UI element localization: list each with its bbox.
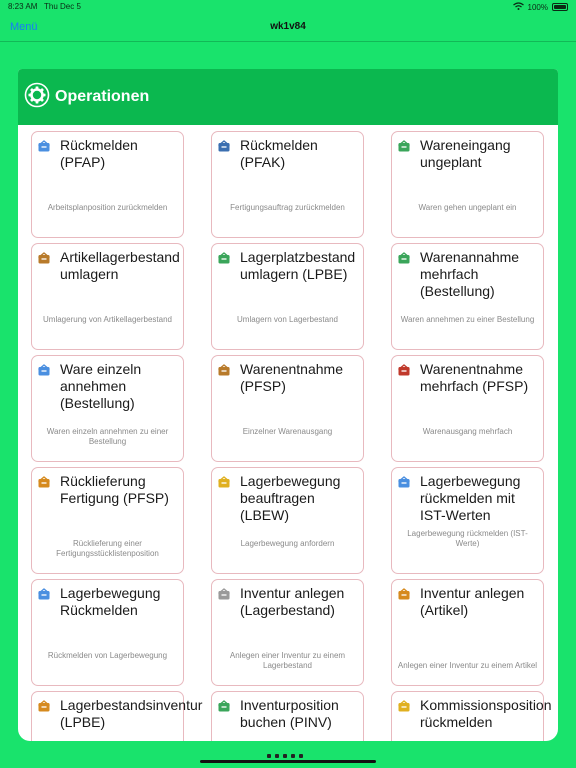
operation-label: Inventur anlegen (Artikel)	[420, 585, 525, 618]
operation-description: Waren gehen ungeplant ein	[418, 203, 517, 212]
crate-icon	[217, 363, 231, 377]
battery-percentage: 100%	[527, 2, 548, 12]
hand-icon	[37, 139, 51, 153]
operation-tile[interactable]: Warenannahme mehrfach (Bestellung) Waren …	[391, 243, 544, 350]
document-icon	[397, 587, 411, 601]
operation-tile[interactable]: Lagerplatzbestand umlagern (LPBE) Umlager…	[211, 243, 364, 350]
move-icon	[37, 587, 51, 601]
operation-tile[interactable]: Lagerbewegung beauftragen (LBEW) Lagerbew…	[211, 467, 364, 574]
wifi-icon	[512, 2, 524, 12]
operation-description: Anlegen einer Inventur zu einem Artikel	[397, 661, 538, 670]
panel-title: Operationen	[55, 88, 150, 105]
page-indicator	[267, 754, 303, 758]
page-dot	[299, 754, 303, 758]
truck-icon	[397, 363, 411, 377]
operation-label: Inventur anlegen (Lagerbestand)	[240, 585, 345, 618]
operation-tile[interactable]: Lagerbewegung rückmelden mit IST-Werten L…	[391, 467, 544, 574]
document-icon	[217, 587, 231, 601]
operation-description: Anlegen einer Inventur zu einem Lagerbes…	[229, 651, 346, 670]
operation-label: Lagerbewegung rückmelden mit IST-Werten	[420, 473, 521, 523]
gear-icon	[24, 82, 50, 113]
navigation-bar: Menü wk1v84	[0, 12, 576, 42]
book-icon	[217, 699, 231, 713]
operation-label: Warenannahme mehrfach (Bestellung)	[420, 249, 520, 299]
operation-label: Lagerplatzbestand umlagern (LPBE)	[240, 249, 356, 282]
operation-description: Waren einzeln annehmen zu einer Bestellu…	[46, 427, 169, 446]
operation-label: Rückmelden (PFAK)	[240, 137, 318, 170]
operation-tile[interactable]: Lagerbestandsinventur (LPBE)	[31, 691, 203, 741]
order-icon	[217, 475, 231, 489]
operation-description: Lagerbewegung anfordern	[240, 539, 335, 548]
home-indicator[interactable]	[200, 760, 376, 763]
battery-icon	[552, 3, 568, 11]
operation-label: Rücklieferung Fertigung (PFSP)	[60, 473, 169, 506]
operation-label: Warenentnahme (PFSP)	[240, 361, 343, 394]
operation-label: Ware einzeln annehmen (Bestellung)	[60, 361, 142, 411]
machine-icon	[217, 139, 231, 153]
operation-tile[interactable]: Kommissionsposition rückmelden	[391, 691, 552, 741]
operation-tile[interactable]: Ware einzeln annehmen (Bestellung) Waren …	[31, 355, 184, 462]
operation-description: Einzelner Warenausgang	[242, 427, 333, 436]
operation-label: Rückmelden (PFAP)	[60, 137, 138, 170]
box-in-icon	[397, 251, 411, 265]
commission-icon	[397, 699, 411, 713]
operation-description: Rückmelden von Lagerbewegung	[47, 651, 168, 660]
page-dot	[291, 754, 295, 758]
operation-tile[interactable]: Rückmelden (PFAP) Arbeitsplanposition zur…	[31, 131, 184, 238]
operation-description: Lagerbewegung rückmelden (IST-Werte)	[407, 529, 528, 548]
operation-tile[interactable]: Inventurposition buchen (PINV)	[211, 691, 364, 741]
operation-tile[interactable]: Rücklieferung Fertigung (PFSP) Rückliefer…	[31, 467, 184, 574]
operation-tile[interactable]: Inventur anlegen (Artikel) Anlegen einer …	[391, 579, 544, 686]
operation-description: Umlagerung von Artikellagerbestand	[43, 315, 172, 324]
inventory-icon	[37, 699, 51, 713]
operation-label: Kommissionsposition rückmelden	[420, 697, 552, 730]
operation-tile[interactable]: Warenentnahme mehrfach (PFSP) Warenausgan…	[391, 355, 544, 462]
operation-label: Lagerbestandsinventur (LPBE)	[60, 697, 203, 730]
operation-label: Lagerbewegung Rückmelden	[60, 585, 161, 618]
operation-label: Wareneingang ungeplant	[420, 137, 511, 170]
operation-description: Waren annehmen zu einer Bestellung	[400, 315, 535, 324]
status-bar: 8:23 AM Thu Dec 5 100%	[0, 0, 576, 12]
operation-label: Lagerbewegung beauftragen (LBEW)	[240, 473, 341, 523]
crate-icon	[37, 251, 51, 265]
operation-label: Inventurposition buchen (PINV)	[240, 697, 339, 730]
transfer-icon	[217, 251, 231, 265]
operation-description: Warenausgang mehrfach	[422, 427, 513, 436]
page-dot	[275, 754, 279, 758]
operation-tile[interactable]: Inventur anlegen (Lagerbestand) Anlegen e…	[211, 579, 364, 686]
nav-title: wk1v84	[270, 21, 306, 32]
box-up-icon	[37, 363, 51, 377]
page-dot	[267, 754, 271, 758]
page-dot	[283, 754, 287, 758]
status-right: 100%	[512, 2, 568, 12]
status-date: Thu Dec 5	[44, 2, 81, 11]
operation-description: Fertigungsauftrag zurückmelden	[230, 203, 345, 212]
operation-description: Arbeitsplanposition zurückmelden	[47, 203, 168, 212]
operation-tile[interactable]: Artikellagerbestand umlagern Umlagerung v…	[31, 243, 184, 350]
operation-description: Rücklieferung einer Fertigungsstückliste…	[56, 539, 159, 558]
report-icon	[397, 475, 411, 489]
operation-tile[interactable]: Rückmelden (PFAK) Fertigungsauftrag zurüc…	[211, 131, 364, 238]
truck-icon	[37, 475, 51, 489]
operations-panel: Operationen Rückmelden (PFAP) Arbeitsplan…	[18, 69, 558, 741]
panel-header: Operationen	[18, 69, 558, 125]
operation-label: Artikellagerbestand umlagern	[60, 249, 180, 282]
operation-label: Warenentnahme mehrfach (PFSP)	[420, 361, 529, 394]
operation-tile[interactable]: Warenentnahme (PFSP) Einzelner Warenausga…	[211, 355, 364, 462]
status-time: 8:23 AM	[8, 2, 38, 11]
operation-tile[interactable]: Lagerbewegung Rückmelden Rückmelden von L…	[31, 579, 184, 686]
operation-description: Umlagern von Lagerbestand	[237, 315, 338, 324]
operation-tile[interactable]: Wareneingang ungeplant Waren gehen ungepl…	[391, 131, 544, 238]
box-in-icon	[397, 139, 411, 153]
